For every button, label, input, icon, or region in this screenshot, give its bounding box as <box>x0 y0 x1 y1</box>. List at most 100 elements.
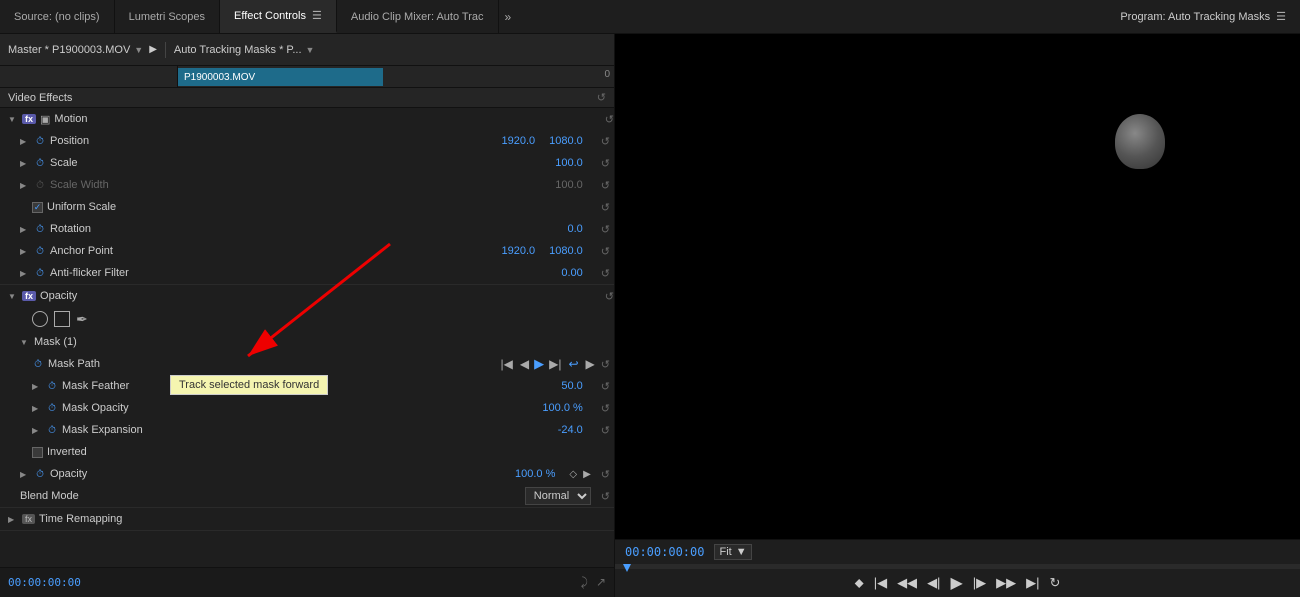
current-time-display[interactable]: 00:00:00:00 <box>8 576 81 589</box>
anchor-point-stopwatch[interactable]: ⏱ <box>34 245 46 257</box>
effect-controls-menu-icon[interactable]: ☰ <box>312 9 322 22</box>
mask-feather-val[interactable]: 50.0 <box>561 380 582 392</box>
mask-opacity-reset[interactable]: ↺ <box>601 402 610 415</box>
scale-width-expand[interactable]: ▶ <box>20 181 30 190</box>
export-icon[interactable]: ↗ <box>596 575 606 590</box>
scale-stopwatch[interactable]: ⏱ <box>34 157 46 169</box>
rect-mask-button[interactable] <box>54 311 70 327</box>
anti-flicker-reset[interactable]: ↺ <box>601 267 610 280</box>
sequence-dropdown[interactable]: ▼ <box>306 45 315 55</box>
mask-next-frame[interactable]: ▶| <box>547 356 563 372</box>
transport-play[interactable]: ▶ <box>950 573 962 593</box>
mask-feather-reset[interactable]: ↺ <box>601 380 610 393</box>
anchor-point-expand[interactable]: ▶ <box>20 247 30 256</box>
mask-expansion-reset[interactable]: ↺ <box>601 424 610 437</box>
mask-expansion-label: Mask Expansion <box>62 424 558 436</box>
mask-expansion-stopwatch[interactable]: ⏱ <box>46 424 58 436</box>
opacity-val-expand[interactable]: ▶ <box>20 470 30 479</box>
opacity-val-reset[interactable]: ↺ <box>601 468 610 481</box>
clip-play-button[interactable]: ▶ <box>149 44 157 55</box>
pen-mask-button[interactable]: ✒ <box>76 311 88 328</box>
position-stopwatch[interactable]: ⏱ <box>34 135 46 147</box>
uniform-scale-reset[interactable]: ↺ <box>601 201 610 214</box>
blend-mode-select[interactable]: Normal <box>525 487 591 505</box>
position-values: 1920.0 1080.0 ↺ <box>501 135 610 148</box>
rotation-stopwatch[interactable]: ⏱ <box>34 223 46 235</box>
mask-track-fwd-arrow[interactable]: ▶ <box>584 356 597 372</box>
uniform-scale-checkbox-row: ✓ Uniform Scale <box>32 201 116 213</box>
transport-step-back[interactable]: |◀ <box>874 575 887 591</box>
mask-feather-expand[interactable]: ▶ <box>32 382 42 391</box>
effects-section[interactable]: Video Effects ↺ ▼ fx ▣ Motion ↺ ▶ ⏱ Posi… <box>0 88 614 567</box>
mask-prev-frame[interactable]: ◀ <box>518 356 531 372</box>
effects-reset-icon[interactable]: ↺ <box>597 91 606 104</box>
mask-goto-first[interactable]: |◀ <box>499 356 515 372</box>
mask1-row[interactable]: ▼ Mask (1) <box>0 331 614 353</box>
opacity-chevron: ▼ <box>8 292 18 301</box>
scale-expand[interactable]: ▶ <box>20 159 30 168</box>
anti-flicker-stopwatch[interactable]: ⏱ <box>34 267 46 279</box>
tab-overflow[interactable]: » <box>499 10 518 24</box>
mask-path-reset[interactable]: ↺ <box>601 358 610 371</box>
rotation-reset[interactable]: ↺ <box>601 223 610 236</box>
transport-step-fwd[interactable]: ▶| <box>1026 575 1039 591</box>
anti-flicker-val[interactable]: 0.00 <box>561 267 582 279</box>
transport-loop[interactable]: ↻ <box>1050 575 1061 591</box>
mask-feather-stopwatch[interactable]: ⏱ <box>46 380 58 392</box>
timeline-ruler[interactable]: 00:00 00:00:04:23 0 P1900003.MOV <box>178 66 614 87</box>
scale-val[interactable]: 100.0 <box>555 157 583 169</box>
blend-mode-right: Normal ↺ <box>525 487 610 505</box>
motion-reset[interactable]: ↺ <box>605 113 614 126</box>
time-remapping-row[interactable]: ▶ fx Time Remapping <box>0 508 614 530</box>
transport-back-1[interactable]: ◀◀ <box>897 575 917 591</box>
scale-width-reset[interactable]: ↺ <box>601 179 610 192</box>
transport-fwd[interactable]: ▶▶ <box>996 575 1016 591</box>
anti-flicker-expand[interactable]: ▶ <box>20 269 30 278</box>
mask1-chevron[interactable]: ▼ <box>20 338 30 347</box>
master-dropdown[interactable]: ▼ <box>134 45 143 55</box>
transport-play-fwd[interactable]: |▶ <box>973 575 986 591</box>
opacity-group-row[interactable]: ▼ fx Opacity ↺ <box>0 285 614 307</box>
transport-play-back[interactable]: ◀| <box>927 575 940 591</box>
opacity-group-reset[interactable]: ↺ <box>605 290 614 303</box>
opacity-keyframe-nav[interactable]: ◇ <box>569 469 577 480</box>
tab-audio-mixer[interactable]: Audio Clip Mixer: Auto Trac <box>337 0 499 33</box>
fit-dropdown[interactable]: Fit ▼ <box>714 544 751 560</box>
opacity-val-stopwatch[interactable]: ⏱ <box>34 468 46 480</box>
motion-group-row[interactable]: ▼ fx ▣ Motion ↺ <box>0 108 614 130</box>
program-time-display[interactable]: 00:00:00:00 <box>625 545 704 559</box>
tab-source[interactable]: Source: (no clips) <box>0 0 115 33</box>
scale-reset[interactable]: ↺ <box>601 157 610 170</box>
mask-opacity-val[interactable]: 100.0 % <box>542 402 582 414</box>
mask-path-stopwatch[interactable]: ⏱ <box>32 358 44 370</box>
position-x[interactable]: 1920.0 <box>501 135 535 147</box>
opacity-keyframe-fwd[interactable]: ▶ <box>583 469 591 480</box>
anchor-reset[interactable]: ↺ <box>601 245 610 258</box>
program-menu-icon[interactable]: ☰ <box>1276 10 1286 23</box>
tab-lumetri[interactable]: Lumetri Scopes <box>115 0 220 33</box>
rotation-expand[interactable]: ▶ <box>20 225 30 234</box>
tab-effect-controls[interactable]: Effect Controls ☰ <box>220 0 337 33</box>
anchor-y[interactable]: 1080.0 <box>549 245 583 257</box>
inverted-checkbox[interactable] <box>32 447 43 458</box>
position-reset[interactable]: ↺ <box>601 135 610 148</box>
blend-mode-reset[interactable]: ↺ <box>601 490 610 503</box>
scroll-to-playhead-icon[interactable]: ⤸ <box>581 575 588 590</box>
mask-opacity-stopwatch[interactable]: ⏱ <box>46 402 58 414</box>
rotation-val[interactable]: 0.0 <box>567 223 582 235</box>
position-expand[interactable]: ▶ <box>20 137 30 146</box>
mask-expansion-val[interactable]: -24.0 <box>558 424 583 436</box>
program-ruler[interactable] <box>615 564 1300 569</box>
transport-marker[interactable]: ⬥ <box>855 575 864 591</box>
position-y[interactable]: 1080.0 <box>549 135 583 147</box>
inverted-label: Inverted <box>47 446 87 458</box>
mask-expansion-expand[interactable]: ▶ <box>32 426 42 435</box>
mask-track-reverse[interactable]: ↩ <box>566 356 580 372</box>
opacity-val[interactable]: 100.0 % <box>515 468 555 480</box>
opacity-group-label: Opacity <box>40 290 601 302</box>
mask-play-forward[interactable]: ▶ <box>534 356 544 372</box>
anchor-x[interactable]: 1920.0 <box>501 245 535 257</box>
mask-opacity-expand[interactable]: ▶ <box>32 404 42 413</box>
uniform-scale-checkbox[interactable]: ✓ <box>32 202 43 213</box>
ellipse-mask-button[interactable] <box>32 311 48 327</box>
